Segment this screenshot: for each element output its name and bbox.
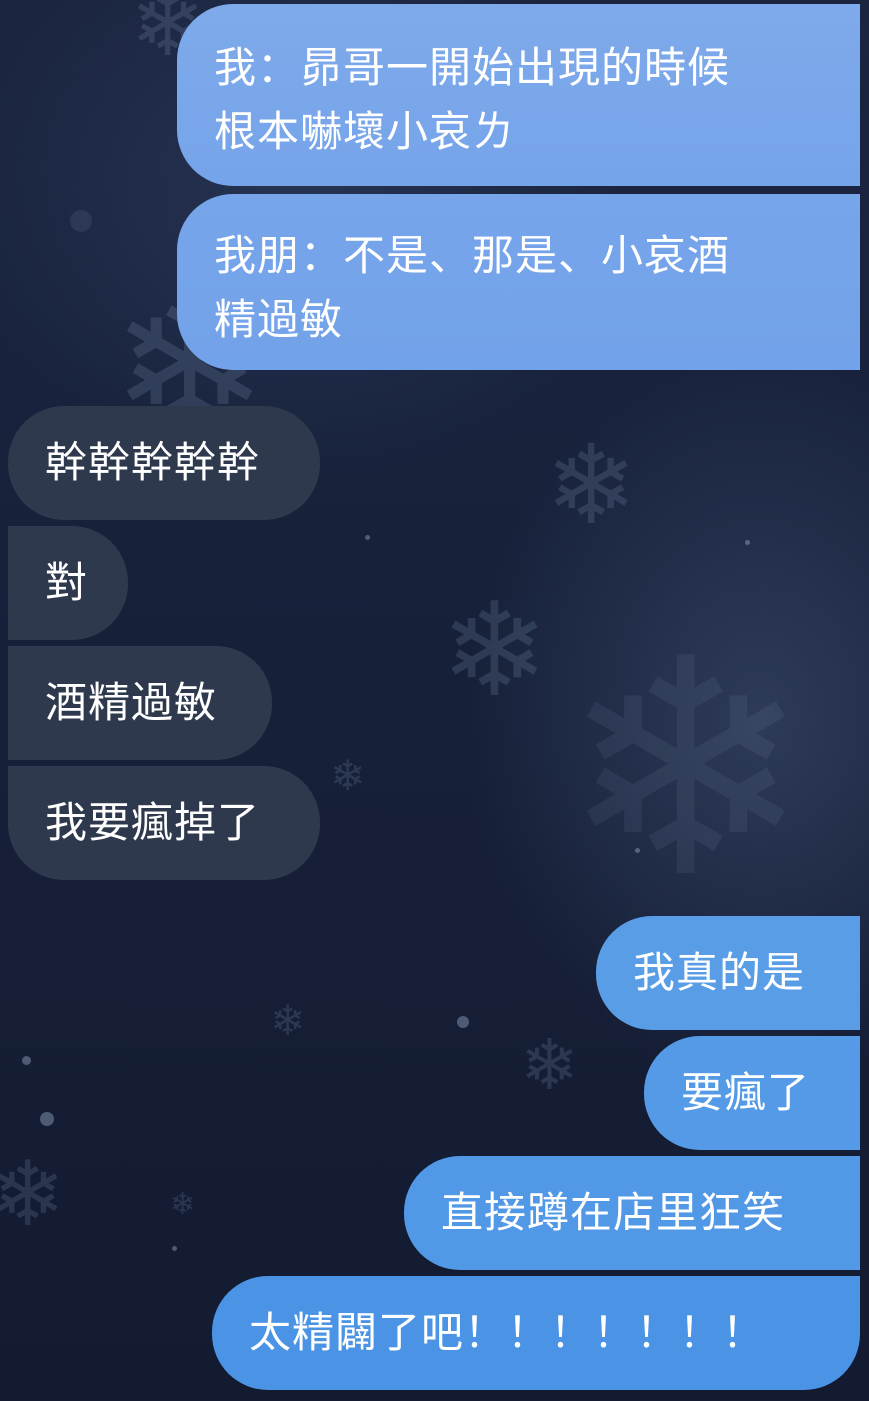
- message-line: 幹幹幹幹幹: [45, 438, 261, 487]
- message-line: 我：昴哥一開始出現的時候: [214, 43, 731, 92]
- message-bubble-outgoing[interactable]: 我真的是: [596, 916, 860, 1030]
- message-line: 精過敏: [214, 295, 344, 344]
- message-line: 我朋：不是、那是、小哀酒: [214, 231, 731, 280]
- message-bubble-outgoing[interactable]: 太精闢了吧！！！！！！！: [212, 1276, 860, 1390]
- message-bubble-outgoing[interactable]: 我朋：不是、那是、小哀酒 精過敏: [177, 194, 860, 370]
- message-bubble-outgoing[interactable]: 直接蹲在店里狂笑: [404, 1156, 860, 1270]
- message-line: 根本嚇壞小哀ㄌ: [214, 107, 516, 156]
- message-line: 酒精過敏: [45, 678, 218, 727]
- message-bubble-outgoing[interactable]: 我：昴哥一開始出現的時候 根本嚇壞小哀ㄌ: [177, 4, 860, 186]
- chat-thread: 我：昴哥一開始出現的時候 根本嚇壞小哀ㄌ 我朋：不是、那是、小哀酒 精過敏 幹幹…: [0, 0, 869, 1401]
- message-line: 我真的是: [633, 948, 806, 997]
- message-line: 要瘋了: [681, 1068, 811, 1117]
- message-bubble-incoming[interactable]: 我要瘋掉了: [8, 766, 320, 880]
- message-bubble-outgoing[interactable]: 要瘋了: [644, 1036, 860, 1150]
- message-bubble-incoming[interactable]: 對: [8, 526, 128, 640]
- message-bubble-incoming[interactable]: 酒精過敏: [8, 646, 272, 760]
- message-line: 對: [45, 558, 89, 607]
- message-bubble-incoming[interactable]: 幹幹幹幹幹: [8, 406, 320, 520]
- message-line: 我要瘋掉了: [45, 798, 261, 847]
- message-line: 太精闢了吧！！！！！！！: [249, 1308, 766, 1357]
- message-line: 直接蹲在店里狂笑: [441, 1188, 786, 1237]
